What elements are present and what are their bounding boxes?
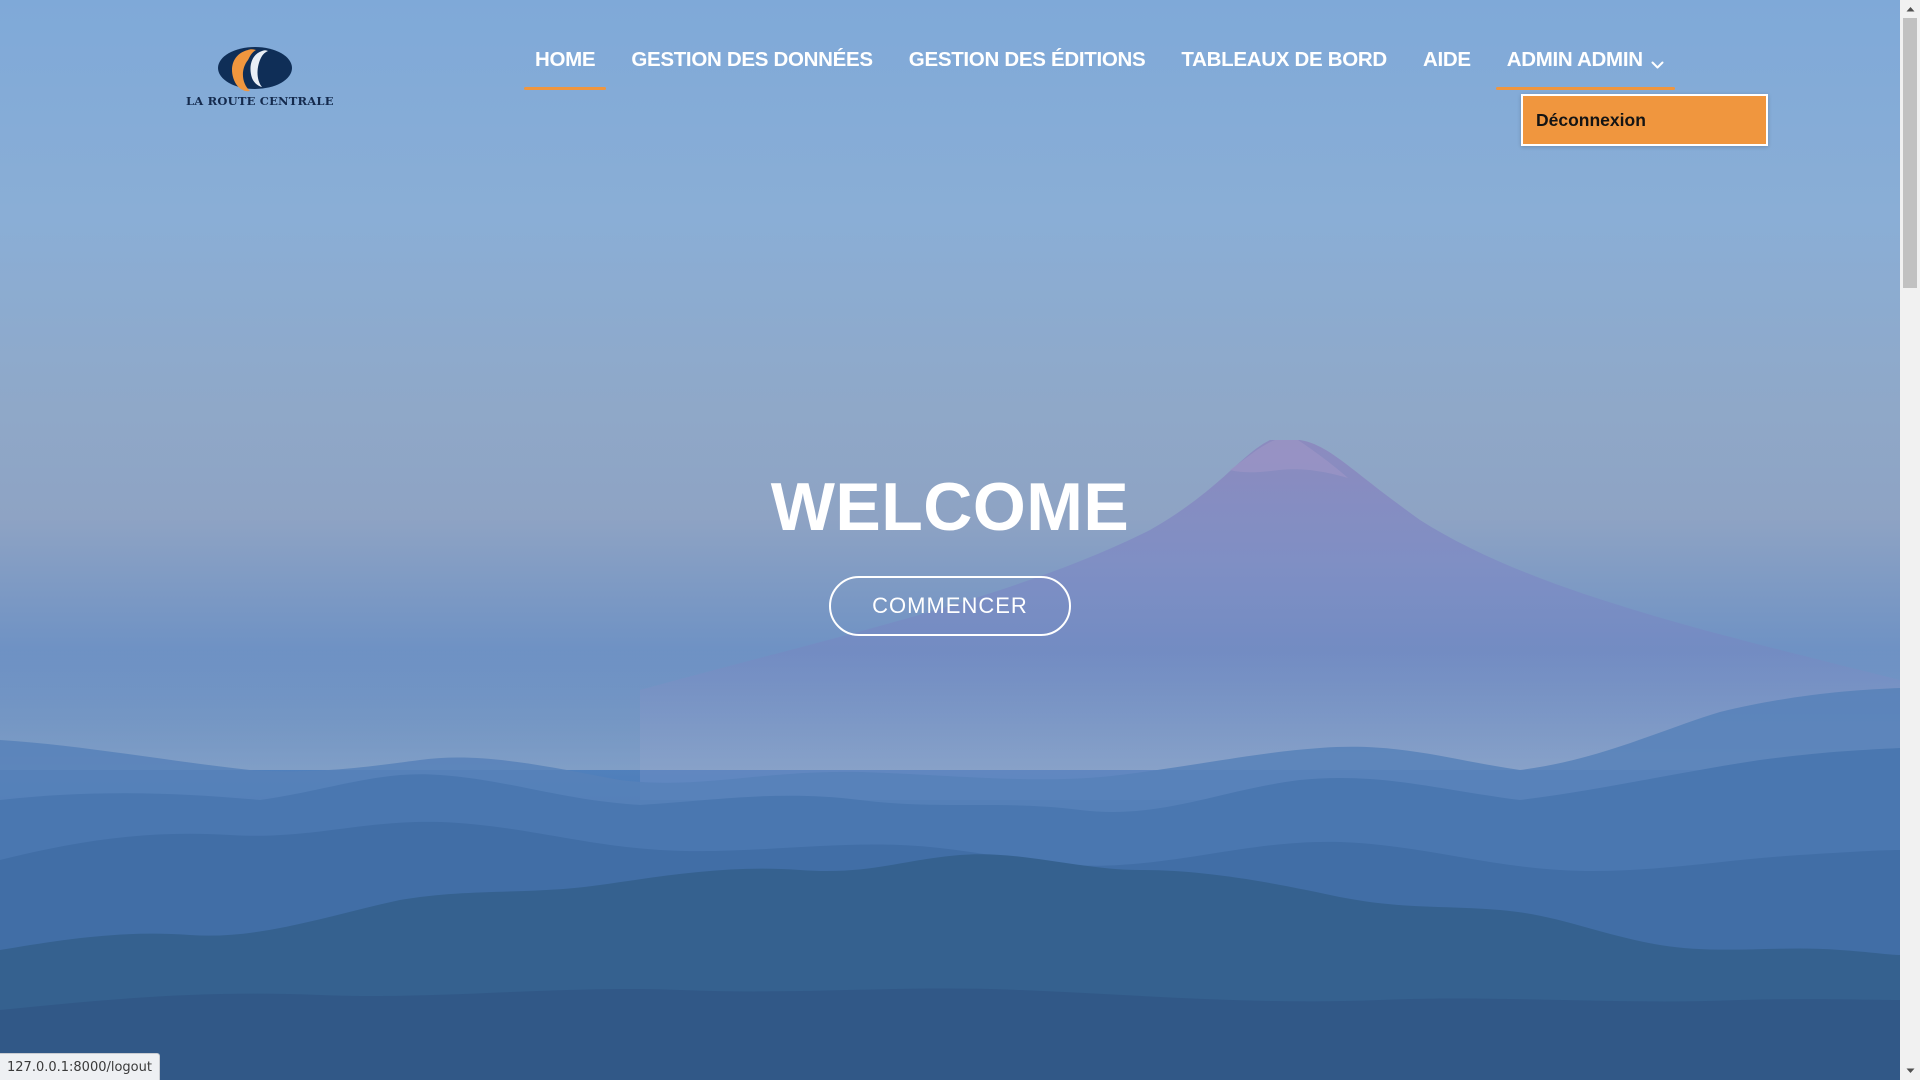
nav-item-label: HOME <box>535 48 596 71</box>
nav-item-label: AIDE <box>1422 48 1471 71</box>
nav-item-aide[interactable]: AIDE <box>1412 40 1482 90</box>
scrollbar-thumb[interactable] <box>1903 18 1917 288</box>
nav-item-gestion-des-donnees[interactable]: GESTION DES DONNÉES <box>620 40 883 90</box>
logo-mark-icon <box>218 47 292 92</box>
nav-item-label: GESTION DES ÉDITIONS <box>908 48 1146 71</box>
main-nav: HOME GESTION DES DONNÉES GESTION DES ÉDI… <box>524 40 1689 90</box>
nav-item-label: TABLEAUX DE BORD <box>1181 48 1387 71</box>
page-scrollbar[interactable] <box>1900 0 1920 1080</box>
status-bar-url: 127.0.0.1:8000/logout <box>0 1053 160 1080</box>
user-menu-label: ADMIN ADMIN <box>1506 48 1643 71</box>
brand-logo[interactable]: LA ROUTE CENTRALE <box>186 44 334 112</box>
logo-text: LA ROUTE CENTRALE <box>186 94 334 108</box>
logout-menu-item[interactable]: Déconnexion <box>1536 110 1646 131</box>
user-menu-toggle[interactable]: ADMIN ADMIN <box>1495 40 1675 90</box>
nav-item-home[interactable]: HOME <box>524 40 607 90</box>
user-menu-dropdown: Déconnexion <box>1521 94 1768 146</box>
nav-item-gestion-des-editions[interactable]: GESTION DES ÉDITIONS <box>898 40 1157 90</box>
scroll-up-arrow-icon[interactable] <box>1900 0 1920 18</box>
nav-item-tableaux-de-bord[interactable]: TABLEAUX DE BORD <box>1170 40 1398 90</box>
scroll-down-arrow-icon[interactable] <box>1900 1062 1920 1080</box>
chevron-down-icon <box>1651 52 1664 76</box>
page: LA ROUTE CENTRALE HOME GESTION DES DONNÉ… <box>0 0 1920 1080</box>
hero-title: WELCOME <box>770 469 1130 545</box>
start-button[interactable]: COMMENCER <box>829 576 1071 636</box>
nav-item-label: GESTION DES DONNÉES <box>631 48 873 71</box>
